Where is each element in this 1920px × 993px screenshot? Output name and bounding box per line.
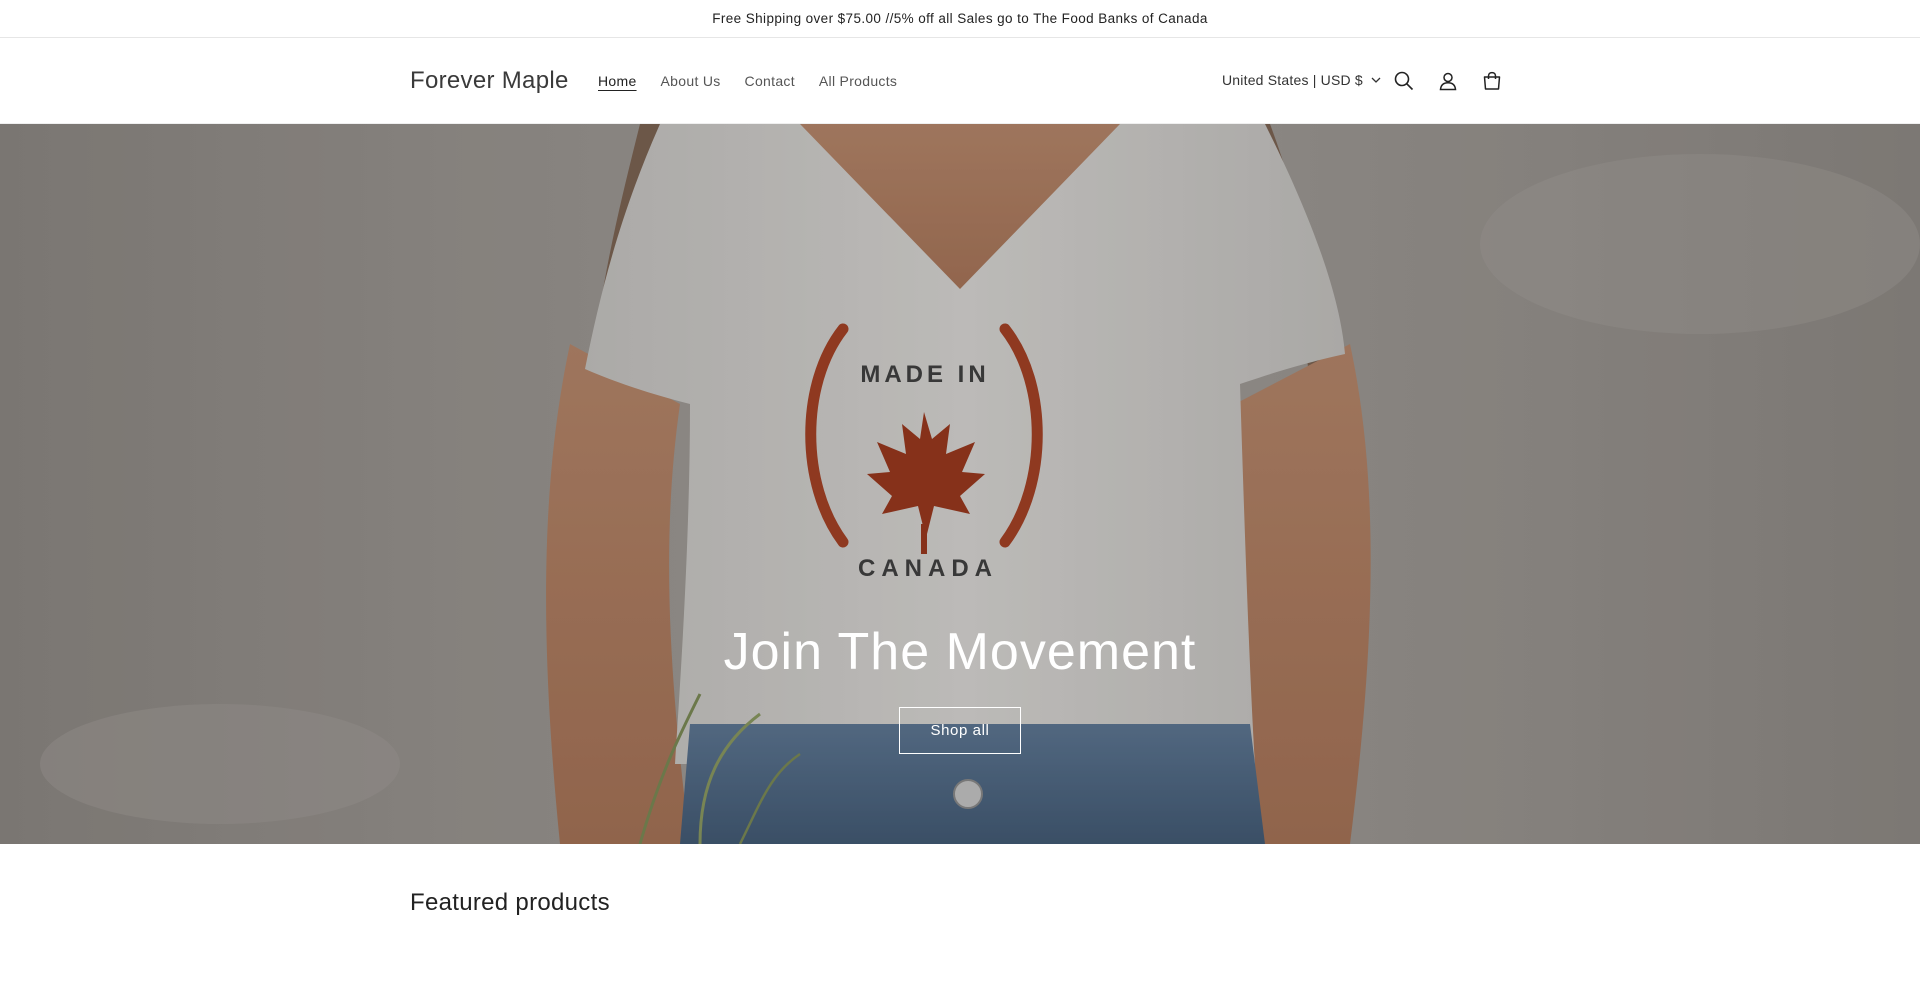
nav-home[interactable]: Home [598,73,637,89]
site-header: Forever Maple Home About Us Contact All … [0,38,1920,124]
shop-all-button[interactable]: Shop all [899,707,1021,754]
search-icon [1394,71,1414,91]
chevron-down-icon [1371,77,1381,83]
cart-icon [1483,71,1501,90]
nav-all-products[interactable]: All Products [819,73,897,89]
cart-button[interactable] [1475,64,1509,98]
featured-products-heading: Featured products [410,889,610,916]
account-icon [1439,72,1457,91]
locale-label: United States | USD $ [1222,72,1363,88]
announcement-text: Free Shipping over $75.00 //5% off all S… [712,11,1208,26]
hero-banner: MADE IN CANADA Join The Movement Shop al… [0,124,1920,844]
hero-title: Join The Movement [723,623,1197,681]
main-nav: Home About Us Contact All Products [598,73,897,89]
store-logo[interactable]: Forever Maple [410,67,569,95]
search-button[interactable] [1387,64,1421,98]
nav-about-us[interactable]: About Us [661,73,721,89]
nav-contact[interactable]: Contact [745,73,795,89]
account-button[interactable] [1431,64,1465,98]
announcement-bar: Free Shipping over $75.00 //5% off all S… [0,0,1920,38]
country-currency-selector[interactable]: United States | USD $ [1222,72,1381,88]
